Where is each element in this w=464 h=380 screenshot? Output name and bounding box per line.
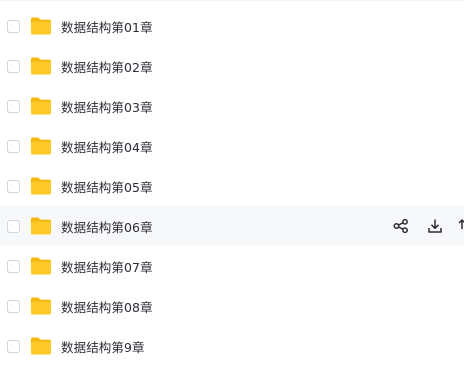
file-name[interactable]: 数据结构第06章 — [61, 217, 153, 236]
row-checkbox[interactable] — [7, 99, 20, 113]
file-row[interactable]: 数据结构第03章 — [0, 86, 464, 126]
download-icon[interactable] — [427, 218, 443, 234]
folder-icon — [31, 57, 51, 75]
file-name[interactable]: 数据结构第05章 — [61, 177, 153, 196]
row-checkbox[interactable] — [7, 19, 20, 33]
folder-icon — [31, 297, 51, 315]
file-row-hovered[interactable]: 数据结构第06章 — [0, 206, 464, 246]
folder-icon — [31, 177, 51, 195]
row-checkbox[interactable] — [7, 139, 20, 153]
file-row[interactable]: 数据结构第08章 — [0, 286, 464, 326]
file-name[interactable]: 数据结构第02章 — [61, 57, 153, 76]
row-checkbox[interactable] — [7, 299, 20, 313]
folder-icon — [31, 257, 51, 275]
row-checkbox[interactable] — [7, 259, 20, 273]
file-name[interactable]: 数据结构第07章 — [61, 257, 153, 276]
file-row[interactable]: 数据结构第04章 — [0, 126, 464, 166]
file-list: 数据结构第01章 数据结构第02章 数据结构第03章 数据结构第04章 数据结构… — [0, 0, 464, 380]
folder-icon — [31, 217, 51, 235]
row-checkbox[interactable] — [7, 339, 20, 353]
file-row[interactable]: 数据结构第01章 — [0, 6, 464, 46]
file-row[interactable]: 数据结构第9章 — [0, 326, 464, 366]
share-icon[interactable] — [393, 218, 409, 234]
file-row[interactable]: 数据结构第07章 — [0, 246, 464, 286]
row-checkbox[interactable] — [7, 219, 20, 233]
file-name[interactable]: 数据结构第08章 — [61, 297, 153, 316]
file-row[interactable]: 数据结构第02章 — [0, 46, 464, 86]
file-name[interactable]: 数据结构第04章 — [61, 137, 153, 156]
file-name[interactable]: 数据结构第01章 — [61, 17, 153, 36]
top-divider — [0, 0, 464, 1]
upload-icon[interactable] — [458, 218, 464, 234]
file-row[interactable]: 数据结构第05章 — [0, 166, 464, 206]
file-name[interactable]: 数据结构第9章 — [61, 337, 145, 356]
file-name[interactable]: 数据结构第03章 — [61, 97, 153, 116]
row-checkbox[interactable] — [7, 179, 20, 193]
folder-icon — [31, 17, 51, 35]
folder-icon — [31, 137, 51, 155]
row-checkbox[interactable] — [7, 59, 20, 73]
folder-icon — [31, 97, 51, 115]
folder-icon — [31, 337, 51, 355]
